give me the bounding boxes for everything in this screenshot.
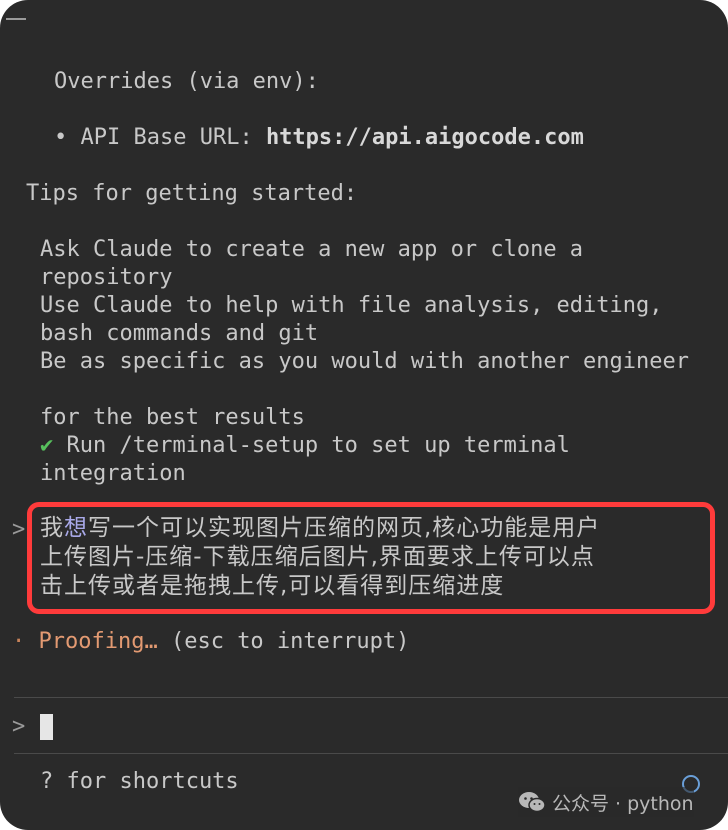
tips-heading: Tips for getting started: — [26, 181, 358, 206]
api-base-label: API Base URL: — [80, 125, 266, 150]
tip-line: Be as specific as you would with another… — [40, 349, 690, 374]
watermark: 公众号 · python — [518, 787, 694, 817]
input-caret: > — [12, 714, 26, 739]
tip-line: bash commands and git — [40, 321, 319, 346]
message-caret: > — [12, 517, 26, 542]
bullet-icon: • — [54, 125, 68, 150]
api-base-line: • API Base URL: https://api.aigocode.com — [54, 124, 584, 152]
watermark-text: 公众号 · python — [552, 792, 694, 815]
user-message-post: 写一个可以实现图片压缩的网页,核心功能是用户 — [88, 515, 601, 541]
wechat-icon — [518, 791, 546, 813]
user-message-line: 上传图片-压缩-下载压缩后图片,界面要求上传可以点 — [40, 544, 595, 570]
tip-line: Ask Claude to create a new app or clone … — [40, 237, 584, 262]
api-base-url[interactable]: https://api.aigocode.com — [266, 125, 584, 150]
top-edge-dash — [6, 18, 26, 20]
terminal-window: Overrides (via env): • API Base URL: htt… — [0, 0, 728, 830]
user-message-line: 我想写一个可以实现图片压缩的网页,核心功能是用户 — [40, 514, 600, 542]
tip-line: repository — [40, 265, 173, 290]
user-message-pre: 我 — [40, 515, 64, 541]
overrides-heading: Overrides (via env): — [54, 69, 319, 94]
input-top-divider — [14, 697, 728, 698]
input-bottom-divider — [14, 753, 728, 754]
status-dot-icon: · — [12, 629, 26, 654]
status-line: · Proofing… (esc to interrupt) — [12, 628, 409, 656]
check-icon: ✔ — [40, 433, 54, 458]
tip-line: for the best results — [40, 405, 305, 430]
user-message-highlight: 想 — [64, 515, 88, 541]
status-word: Proofing… — [38, 629, 158, 654]
terminal-setup-line: ✔ Run /terminal-setup to set up terminal — [40, 432, 570, 460]
terminal-setup-cont: integration — [40, 461, 186, 486]
text-cursor[interactable] — [40, 714, 53, 740]
status-hint: (esc to interrupt) — [157, 629, 410, 654]
shortcuts-hint: ? for shortcuts — [40, 769, 239, 794]
user-message-line: 击上传或者是拖拽上传,可以看得到压缩进度 — [40, 573, 505, 599]
tip-line: Use Claude to help with file analysis, e… — [40, 293, 663, 318]
terminal-setup-text: Run /terminal-setup to set up terminal — [53, 433, 570, 458]
